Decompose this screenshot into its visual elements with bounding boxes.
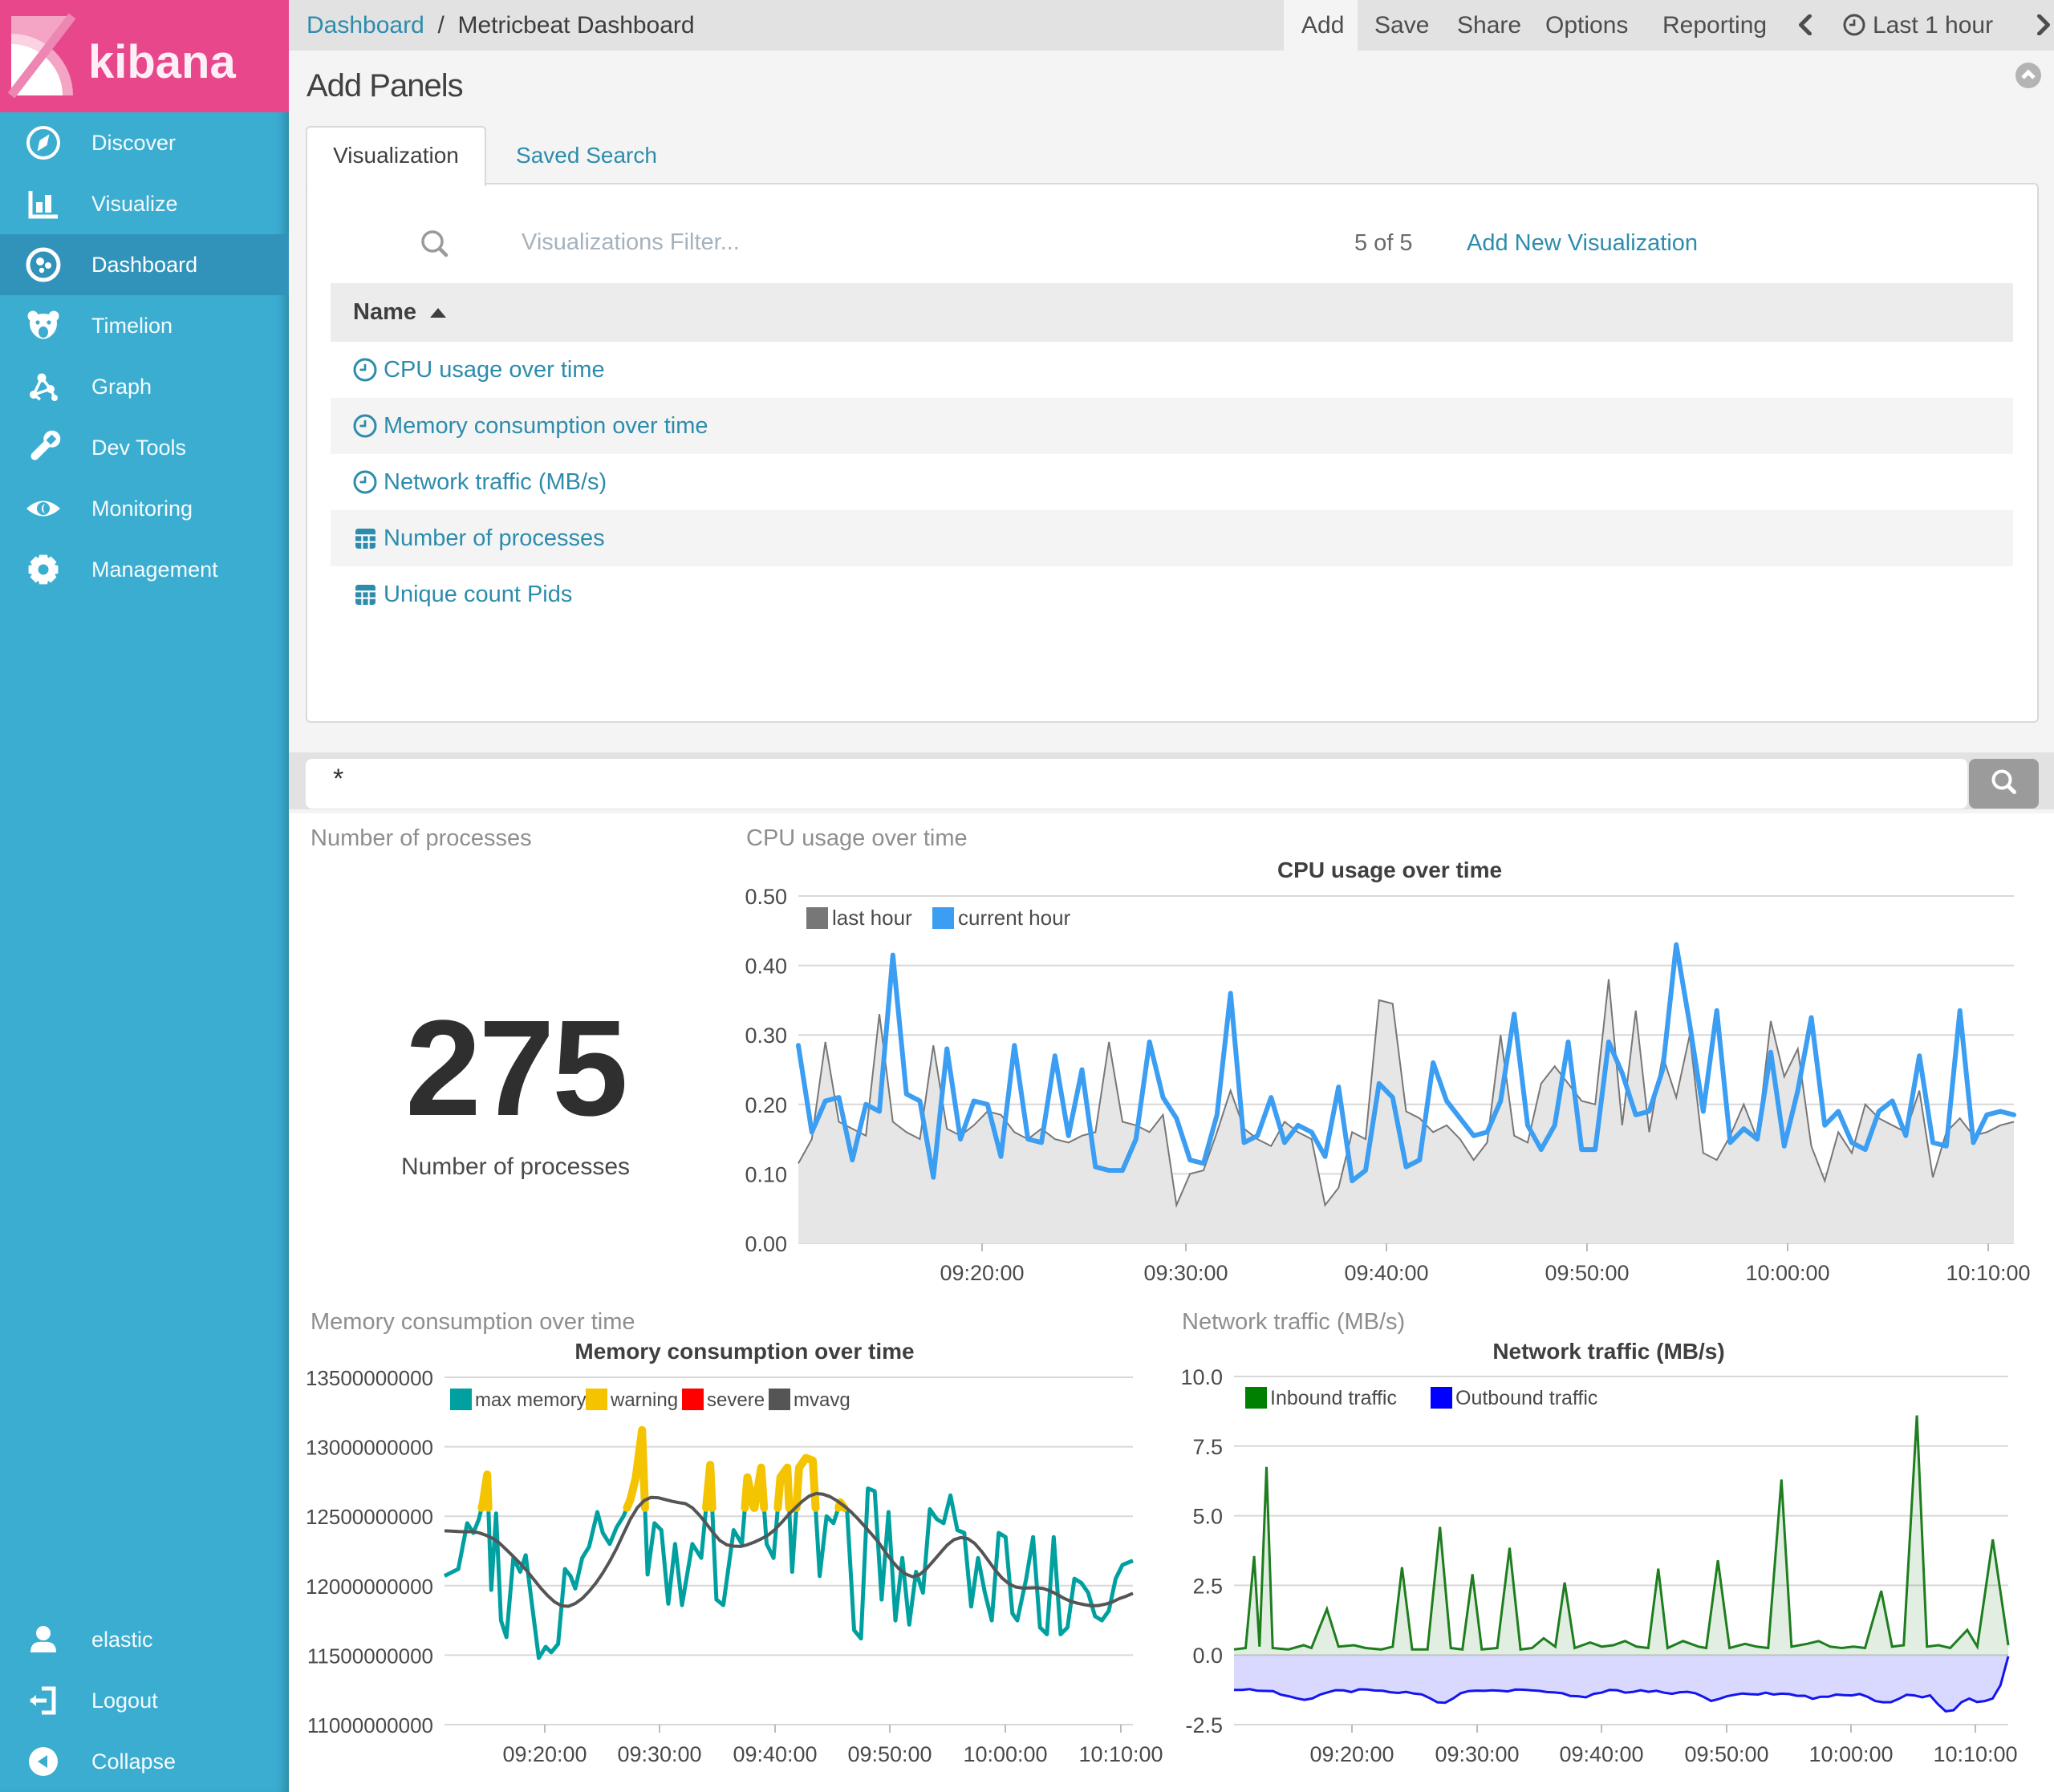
svg-text:current hour: current hour [958,906,1071,930]
svg-text:10:00:00: 10:00:00 [963,1742,1047,1766]
svg-text:CPU usage over time: CPU usage over time [1277,857,1502,882]
svg-text:09:50:00: 09:50:00 [1684,1742,1768,1766]
svg-text:last hour: last hour [832,906,912,930]
svg-text:Outbound traffic: Outbound traffic [1455,1387,1597,1409]
svg-text:13500000000: 13500000000 [306,1366,433,1390]
svg-text:10:00:00: 10:00:00 [1808,1742,1893,1766]
svg-text:10:10:00: 10:10:00 [1078,1742,1163,1766]
svg-text:7.5: 7.5 [1192,1435,1223,1459]
svg-text:09:40:00: 09:40:00 [1344,1261,1428,1285]
svg-text:09:30:00: 09:30:00 [1143,1261,1228,1285]
svg-text:0.10: 0.10 [745,1162,787,1186]
svg-text:Network traffic (MB/s): Network traffic (MB/s) [1492,1339,1724,1364]
svg-text:5.0: 5.0 [1192,1505,1223,1529]
svg-text:max memory: max memory [475,1389,587,1411]
svg-text:12000000000: 12000000000 [306,1575,433,1599]
svg-text:09:50:00: 09:50:00 [1545,1261,1629,1285]
svg-text:warning: warning [610,1389,678,1411]
svg-text:11000000000: 11000000000 [307,1713,433,1737]
svg-text:10.0: 10.0 [1180,1365,1223,1389]
svg-text:0.00: 0.00 [745,1232,787,1256]
svg-text:0.0: 0.0 [1192,1644,1223,1668]
svg-text:09:20:00: 09:20:00 [940,1261,1024,1285]
svg-text:severe: severe [707,1389,765,1411]
svg-text:09:40:00: 09:40:00 [733,1742,817,1766]
svg-text:Memory consumption over time: Memory consumption over time [574,1339,914,1364]
svg-text:09:50:00: 09:50:00 [847,1742,932,1766]
svg-text:kibana: kibana [88,36,236,88]
svg-text:0.30: 0.30 [745,1024,787,1048]
svg-text:10:10:00: 10:10:00 [1946,1261,2030,1285]
svg-text:Inbound traffic: Inbound traffic [1270,1387,1397,1409]
svg-text:13000000000: 13000000000 [306,1436,433,1460]
svg-text:-2.5: -2.5 [1185,1713,1223,1737]
svg-text:09:30:00: 09:30:00 [617,1742,701,1766]
svg-text:mvavg: mvavg [794,1389,850,1411]
svg-text:09:40:00: 09:40:00 [1559,1742,1643,1766]
svg-text:0.20: 0.20 [745,1093,787,1117]
svg-text:09:30:00: 09:30:00 [1435,1742,1519,1766]
svg-text:12500000000: 12500000000 [306,1505,433,1529]
svg-text:0.50: 0.50 [745,885,787,909]
svg-text:0.40: 0.40 [745,955,787,979]
svg-text:10:00:00: 10:00:00 [1745,1261,1829,1285]
svg-text:10:10:00: 10:10:00 [1933,1742,2017,1766]
svg-text:09:20:00: 09:20:00 [1309,1742,1394,1766]
svg-text:11500000000: 11500000000 [307,1644,433,1668]
svg-text:09:20:00: 09:20:00 [502,1742,587,1766]
svg-text:2.5: 2.5 [1192,1574,1223,1598]
